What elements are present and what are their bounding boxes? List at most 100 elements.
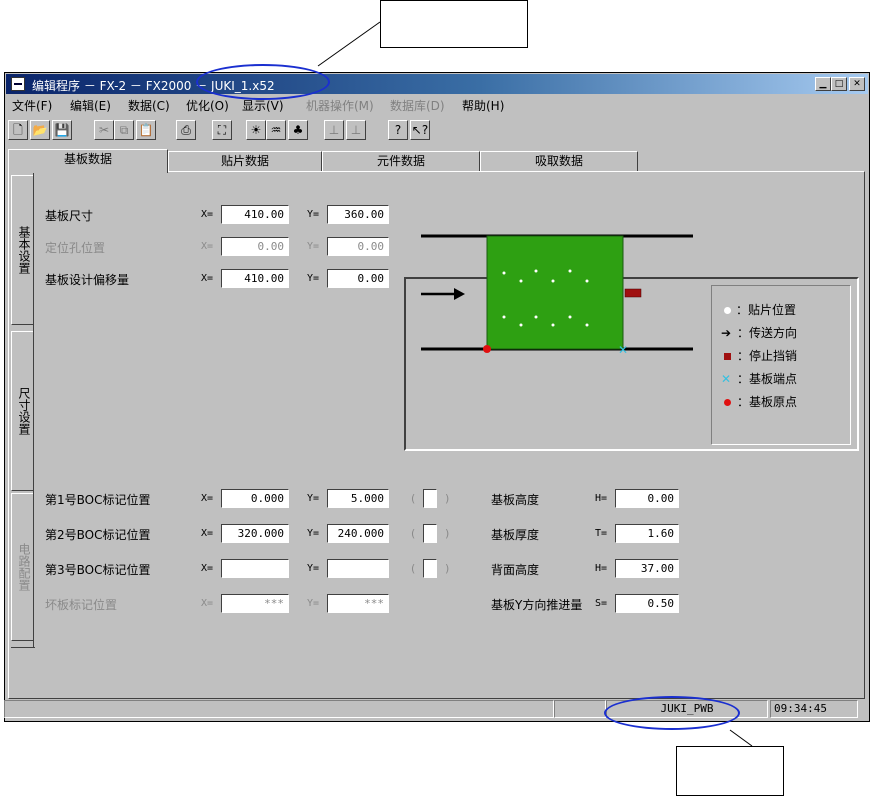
mark-1-label: 第1号BOC标记位置 — [45, 493, 151, 507]
mark-3-checkbox[interactable] — [423, 559, 437, 578]
placement-dot-8 — [519, 323, 523, 327]
side-tab-3: 电路配置 — [11, 493, 33, 641]
mark-2-label: 第2号BOC标记位置 — [45, 528, 151, 542]
mark-3-y-prefix: Y= — [307, 563, 320, 574]
mark-1-checkbox[interactable] — [423, 489, 437, 508]
mark-1-y-field[interactable]: 5.000 — [327, 489, 389, 508]
board-locating-hole-y-field: 0.00 — [327, 237, 389, 256]
placement-dot-3 — [534, 269, 538, 273]
right-param-2-field[interactable]: 1.60 — [615, 524, 679, 543]
mark-3-y-field[interactable] — [327, 559, 389, 578]
tab-3[interactable]: 元件数据 — [322, 151, 480, 171]
mark-2-y-prefix: Y= — [307, 528, 320, 539]
legend-label: ：停止挡销 — [737, 349, 798, 363]
tab-4[interactable]: 吸取数据 — [480, 151, 638, 171]
mark-4-label: 坏板标记位置 — [45, 598, 118, 612]
board-design-offset-y-field[interactable]: 0.00 — [327, 269, 389, 288]
board-design-offset-y-prefix: Y= — [307, 273, 320, 284]
placement-dot-5 — [568, 269, 572, 273]
legend-item-3: ：停止挡销 — [721, 347, 797, 364]
legend-item-1: ：贴片位置 — [721, 301, 796, 318]
legend-item-4: ✕ ：基板端点 — [721, 370, 797, 387]
mark-4-y-prefix: Y= — [307, 598, 320, 609]
mark-1-x-field[interactable]: 0.000 — [221, 489, 289, 508]
placement-dot-11 — [568, 315, 572, 319]
board-design-offset-x-field[interactable]: 410.00 — [221, 269, 289, 288]
legend-label: ：基板端点 — [737, 372, 798, 386]
mark-3-paren-open: ( — [411, 562, 416, 575]
mark-4-x-prefix: X= — [201, 598, 214, 609]
tab-2[interactable]: 贴片数据 — [168, 151, 322, 171]
board-size-y-field[interactable]: 360.00 — [327, 205, 389, 224]
transfer-arrow-head — [454, 288, 465, 300]
status-panel-empty — [554, 700, 606, 718]
board-corner-icon: ✕ — [721, 372, 732, 386]
right-param-2-label: 基板厚度 — [491, 528, 540, 542]
side-tab-bottom-line — [11, 647, 35, 648]
placement-dot-4 — [551, 279, 555, 283]
mark-2-checkbox[interactable] — [423, 524, 437, 543]
legend-label: ：基板原点 — [737, 395, 798, 409]
placement-dot-7 — [502, 315, 506, 319]
placement-dot-9 — [534, 315, 538, 319]
board-size-y-prefix: Y= — [307, 209, 320, 220]
legend-item-2: ➔ ：传送方向 — [721, 324, 797, 341]
board-locating-hole-x-field: 0.00 — [221, 237, 289, 256]
editor-window: 编辑程序 － FX-2 － FX2000 － JUKI_1.x52 ▁ □ ✕ … — [4, 72, 870, 722]
placement-dot-6 — [585, 279, 589, 283]
mark-1-paren-close: ) — [445, 492, 450, 505]
right-param-1-prefix: H= — [595, 493, 608, 504]
mark-4-x-field: *** — [221, 594, 289, 613]
mark-2-y-field[interactable]: 240.000 — [327, 524, 389, 543]
right-param-4-prefix: S= — [595, 598, 608, 609]
right-param-4-field[interactable]: 0.50 — [615, 594, 679, 613]
stopper-icon — [721, 349, 737, 363]
mark-2-paren-close: ) — [445, 527, 450, 540]
mark-2-x-field[interactable]: 320.000 — [221, 524, 289, 543]
mark-3-label: 第3号BOC标记位置 — [45, 563, 151, 577]
board-locating-hole-y-prefix: Y= — [307, 241, 320, 252]
placement-dot-10 — [551, 323, 555, 327]
board-size-label: 基板尺寸 — [45, 209, 94, 223]
legend-label: ：传送方向 — [737, 326, 798, 340]
pcb-board — [486, 235, 624, 350]
board-corner-marker: ✕ — [618, 343, 628, 357]
side-tab-border — [33, 173, 34, 647]
placement-dot-icon — [721, 303, 736, 317]
board-design-offset-x-prefix: X= — [201, 273, 214, 284]
mark-2-x-prefix: X= — [201, 528, 214, 539]
legend-label: ：贴片位置 — [736, 303, 797, 317]
mark-3-paren-close: ) — [445, 562, 450, 575]
mark-3-x-prefix: X= — [201, 563, 214, 574]
placement-dot-12 — [585, 323, 589, 327]
side-tab-1[interactable]: 基本设置 — [11, 175, 33, 325]
db-name-highlight — [604, 696, 740, 730]
board-size-x-field[interactable]: 410.00 — [221, 205, 289, 224]
board-origin-icon — [721, 395, 737, 409]
arrow-right-icon: ➔ — [721, 326, 732, 340]
placement-dot-2 — [519, 279, 523, 283]
tab-1[interactable]: 基板数据 — [8, 149, 168, 173]
title-filename-highlight — [196, 64, 330, 100]
mark-3-x-field[interactable] — [221, 559, 289, 578]
right-param-3-label: 背面高度 — [491, 563, 540, 577]
right-param-2-prefix: T= — [595, 528, 608, 539]
right-param-4-label: 基板Y方向推进量 — [491, 598, 583, 612]
right-param-1-label: 基板高度 — [491, 493, 540, 507]
mark-2-paren-open: ( — [411, 527, 416, 540]
stopper-pin — [624, 288, 642, 298]
mark-1-y-prefix: Y= — [307, 493, 320, 504]
board-locating-hole-label: 定位孔位置 — [45, 241, 106, 255]
mark-4-y-field: *** — [327, 594, 389, 613]
board-size-x-prefix: X= — [201, 209, 214, 220]
mark-1-x-prefix: X= — [201, 493, 214, 504]
legend-item-5: ：基板原点 — [721, 393, 797, 410]
right-param-3-prefix: H= — [595, 563, 608, 574]
right-param-1-field[interactable]: 0.00 — [615, 489, 679, 508]
right-param-3-field[interactable]: 37.00 — [615, 559, 679, 578]
board-origin-marker — [483, 345, 491, 353]
side-tab-2[interactable]: 尺寸设置 — [11, 331, 33, 491]
placement-dot-1 — [502, 271, 506, 275]
board-locating-hole-x-prefix: X= — [201, 241, 214, 252]
status-panel-main — [4, 700, 554, 718]
